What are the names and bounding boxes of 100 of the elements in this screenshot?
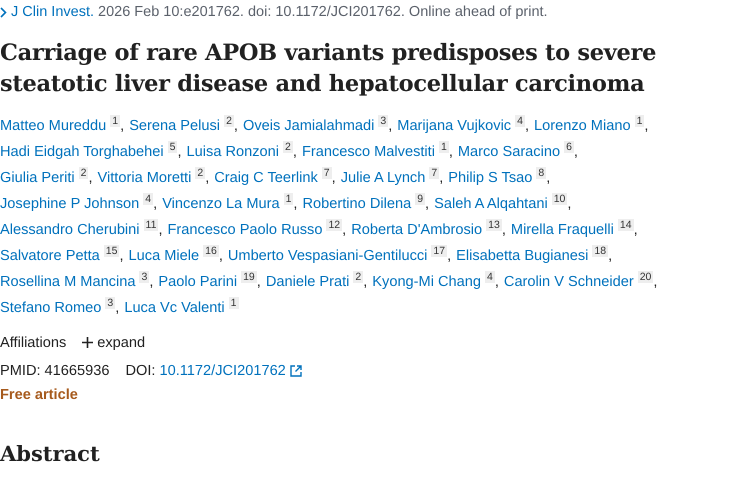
author-link[interactable]: Alessandro Cherubini [0,222,140,238]
chevron-right-icon [0,7,7,18]
author-link[interactable]: Julie A Lynch [340,170,426,186]
affiliation-number[interactable]: 2 [78,166,88,180]
citation-details: 2026 Feb 10:e201762. doi: 10.1172/JCI201762. Online ahead of print. [98,3,548,22]
expand-toggle[interactable]: expand [82,328,146,357]
comma: , [448,144,453,160]
article-title: Carriage of rare APOB variants predisposes to severe steatotic liver disease and hepatocellular carcinoma [0,38,658,100]
comma: , [494,274,499,290]
author-link[interactable]: Mirella Fraquelli [510,222,614,238]
author-link[interactable]: Saleh A Alqahtani [434,196,548,212]
comma: , [425,196,430,212]
affiliation-number[interactable]: 7 [322,166,332,180]
affiliation-number[interactable]: 10 [552,192,568,206]
author-link[interactable]: Roberta D'Ambrosio [351,222,482,238]
affiliation-number[interactable]: 19 [241,270,257,284]
affiliation-number[interactable]: 17 [431,244,448,258]
affiliation-number[interactable]: 20 [638,270,654,284]
comma: , [88,170,93,186]
doi-label: DOI: [125,362,156,381]
author-link[interactable]: Vincenzo La Mura [162,196,280,212]
author-link[interactable]: Rosellina M Mancina [0,274,136,290]
author-link[interactable]: Kyong-Mi Chang [372,274,481,290]
comma: , [218,248,223,264]
author-link[interactable]: Serena Pelusi [129,118,220,134]
affiliation-number[interactable]: 1 [634,114,644,128]
author-link[interactable]: Luca Vc Valenti [124,300,225,316]
author-link[interactable]: Matteo Mureddu [0,118,106,134]
author-link[interactable]: Salvatore Petta [0,248,100,264]
author-link[interactable]: Lorenzo Miano [534,118,631,134]
comma: , [439,170,444,186]
author-link[interactable]: Luisa Ronzoni [186,144,280,160]
author-link[interactable]: Stefano Romeo [0,300,102,316]
affiliation-number[interactable]: 4 [143,192,154,206]
affiliation-number[interactable]: 2 [224,114,234,128]
affiliation-number[interactable]: 14 [618,218,634,232]
affiliation-number[interactable]: 11 [144,218,158,232]
comma: , [574,144,578,160]
affiliation-number[interactable]: 3 [139,270,150,284]
comma: , [149,274,154,290]
affiliation-number[interactable]: 16 [203,244,219,258]
author-link[interactable]: Daniele Prati [266,274,350,290]
comma: , [158,222,163,238]
doi-link[interactable]: 10.1172/JCI201762 [159,356,286,385]
comma: , [153,196,158,212]
affiliation-number[interactable]: 2 [353,270,364,284]
affiliation-number[interactable]: 15 [104,244,120,258]
affiliation-number[interactable]: 3 [105,296,116,310]
affiliation-number[interactable]: 12 [326,218,342,232]
affiliation-number[interactable]: 4 [485,270,495,284]
comma: , [342,222,346,238]
comma: , [644,118,648,134]
comma: , [205,170,210,186]
affiliation-number[interactable]: 6 [564,140,574,154]
author-link[interactable]: Carolin V Schneider [504,274,634,290]
external-link-icon[interactable] [290,364,302,377]
comma: , [653,274,658,290]
comma: , [292,144,297,160]
author-link[interactable]: Luca Miele [128,248,200,264]
affiliation-number[interactable]: 7 [429,166,440,180]
affiliation-number[interactable]: 18 [592,244,608,258]
comma: , [234,118,238,134]
author-link[interactable]: Paolo Parini [158,274,238,290]
author-link[interactable]: Elisabetta Bugianesi [456,248,588,264]
comma: , [447,248,452,264]
comma: , [502,222,506,238]
author-link[interactable]: Marijana Vujkovic [397,118,512,134]
affiliation-number[interactable]: 13 [486,218,502,232]
affiliation-number[interactable]: 1 [228,296,238,310]
author-link[interactable]: Marco Saracino [458,144,560,160]
affiliation-number[interactable]: 5 [168,140,178,154]
comma: , [115,300,120,316]
author-link[interactable]: Francesco Malvestiti [302,144,435,160]
author-link[interactable]: Philip S Tsao [448,170,532,186]
comma: , [363,274,368,290]
comma: , [177,144,182,160]
affiliation-number[interactable]: 3 [378,114,388,128]
author-link[interactable]: Giulia Periti [0,170,75,186]
journal-link[interactable]: J Clin Invest. [11,2,94,24]
author-link[interactable]: Josephine P Johnson [0,196,140,212]
affiliation-number[interactable]: 1 [110,114,120,128]
affiliation-number[interactable]: 9 [415,192,426,206]
affiliation-number[interactable]: 2 [283,140,293,154]
affiliation-number[interactable]: 4 [515,114,525,128]
free-article-label: Free article [0,386,79,405]
affiliation-number[interactable]: 8 [536,166,546,180]
author-link[interactable]: Vittoria Moretti [98,170,192,186]
author-link[interactable]: Oveis Jamialahmadi [242,118,374,134]
comma: , [256,274,261,290]
pmid-label: PMID: [0,362,41,381]
author-link[interactable]: Robertino Dilena [302,196,412,212]
section-heading: Abstract [0,440,101,466]
author-link[interactable]: Umberto Vespasiani-Gentilucci [228,248,428,264]
affiliation-number[interactable]: 1 [438,140,449,154]
affiliation-number[interactable]: 2 [195,166,206,180]
author-link[interactable]: Francesco Paolo Russo [168,222,322,238]
author-link[interactable]: Hadi Eidgah Torghabehei [0,144,164,160]
comma: , [567,196,572,212]
affiliation-number[interactable]: 1 [284,192,294,206]
author-link[interactable]: Craig C Teerlink [214,170,318,186]
